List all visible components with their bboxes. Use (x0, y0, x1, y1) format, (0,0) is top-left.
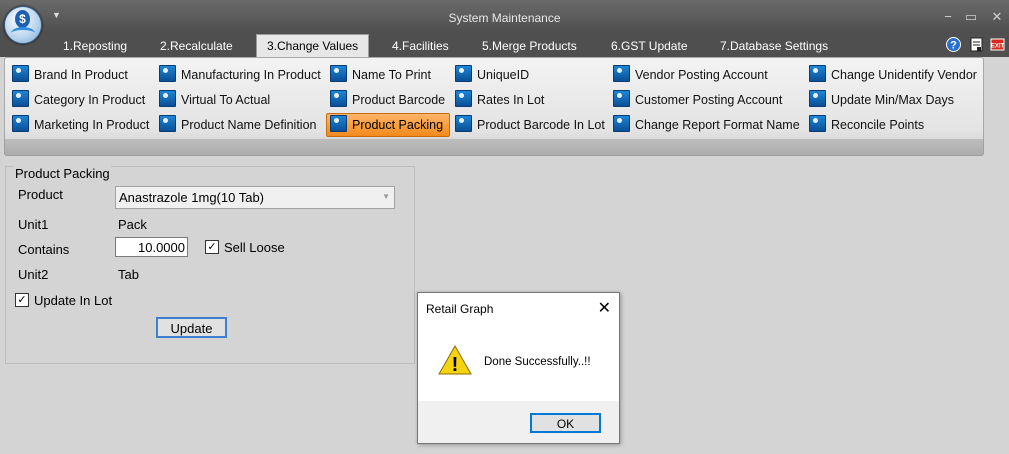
tool-icon (809, 90, 826, 107)
ribbon-product-name-definition[interactable]: Product Name Definition (159, 114, 322, 136)
logo-dollar-text: $ (15, 10, 30, 28)
tab-reposting[interactable]: 1.Reposting (53, 36, 137, 57)
tool-icon (12, 90, 29, 107)
ribbon-tab-bar: 1.Reposting 2.Recalculate 3.Change Value… (0, 33, 1009, 58)
warning-glyph: ! (452, 354, 459, 375)
ribbon-update-min-max-days[interactable]: Update Min/Max Days (809, 89, 960, 111)
tool-icon (330, 65, 347, 82)
update-in-lot-label[interactable]: Update In Lot (34, 293, 112, 308)
exit-icon[interactable]: EXIT (990, 37, 1005, 52)
svg-text:EXIT: EXIT (991, 44, 1005, 50)
ribbon-product-barcode[interactable]: Product Barcode (330, 89, 451, 111)
tool-icon (159, 90, 176, 107)
window-title: System Maintenance (448, 11, 561, 25)
contains-label: Contains (18, 242, 70, 257)
ok-button[interactable]: OK (530, 413, 601, 433)
update-in-lot-checkbox[interactable]: ✓ (15, 293, 29, 307)
dialog-close-button[interactable]: ✕ (598, 298, 611, 318)
unit1-label: Unit1 (18, 217, 49, 232)
quick-access-dropdown-icon[interactable]: ▼ (52, 10, 61, 20)
ribbon-product-packing[interactable]: Product Packing (326, 113, 451, 137)
tool-icon (809, 65, 826, 82)
product-label: Product (18, 187, 63, 202)
sell-loose-label[interactable]: Sell Loose (224, 240, 285, 255)
dialog-title: Retail Graph (426, 302, 494, 316)
tool-icon (12, 65, 29, 82)
svg-text:?: ? (950, 40, 957, 52)
sell-loose-checkbox[interactable]: ✓ (205, 240, 219, 254)
tab-gst-update[interactable]: 6.GST Update (601, 36, 698, 57)
product-combobox[interactable]: Anastrazole 1mg(10 Tab) ▼ (115, 186, 395, 209)
app-logo-icon[interactable]: $ (4, 6, 42, 44)
dialog-footer: OK (418, 401, 619, 443)
tool-icon (613, 115, 630, 132)
tool-icon (12, 115, 29, 132)
ribbon-vendor-posting-account[interactable]: Vendor Posting Account (613, 64, 774, 86)
tool-icon (613, 90, 630, 107)
ribbon-product-barcode-in-lot[interactable]: Product Barcode In Lot (455, 114, 611, 136)
warning-icon: ! (438, 345, 472, 375)
tool-icon (159, 115, 176, 132)
ribbon-name-to-print[interactable]: Name To Print (330, 64, 437, 86)
group-title: Product Packing (14, 166, 111, 181)
ribbon-manufacturing-in-product[interactable]: Manufacturing In Product (159, 64, 327, 86)
tool-icon (330, 115, 347, 132)
tab-recalculate[interactable]: 2.Recalculate (150, 36, 243, 57)
message-dialog: Retail Graph ✕ ! Done Successfully..!! O… (417, 292, 620, 444)
contains-input[interactable]: 10.0000 (115, 237, 188, 257)
ribbon-customer-posting-account[interactable]: Customer Posting Account (613, 89, 788, 111)
product-value: Anastrazole 1mg(10 Tab) (119, 190, 265, 205)
ribbon-rates-in-lot[interactable]: Rates In Lot (455, 89, 550, 111)
ribbon-uniqueid[interactable]: UniqueID (455, 64, 535, 86)
ribbon-virtual-to-actual[interactable]: Virtual To Actual (159, 89, 276, 111)
tool-icon (455, 90, 472, 107)
ribbon-change-unidentify-vendor[interactable]: Change Unidentify Vendor (809, 64, 983, 86)
minimize-button[interactable]: − (940, 9, 956, 24)
close-button[interactable]: ✕ (989, 9, 1005, 25)
tab-facilities[interactable]: 4.Facilities (382, 36, 459, 57)
unit1-value: Pack (118, 217, 147, 232)
ribbon-change-report-format-name[interactable]: Change Report Format Name (613, 114, 806, 136)
ribbon-reconcile-points[interactable]: Reconcile Points (809, 114, 930, 136)
tool-icon (809, 115, 826, 132)
chevron-down-icon[interactable]: ▼ (382, 192, 390, 201)
tool-icon (455, 65, 472, 82)
tab-change-values[interactable]: 3.Change Values (256, 34, 370, 58)
title-bar: System Maintenance ▼ − ▭ ✕ (0, 0, 1009, 33)
ribbon-brand-in-product[interactable]: Brand In Product (12, 64, 134, 86)
update-button[interactable]: Update (156, 317, 227, 338)
notes-icon[interactable] (969, 37, 984, 52)
ribbon-marketing-in-product[interactable]: Marketing In Product (12, 114, 155, 136)
unit2-value: Tab (118, 267, 139, 282)
unit2-label: Unit2 (18, 267, 49, 282)
tool-icon (455, 115, 472, 132)
ribbon-footer (4, 139, 984, 156)
maximize-button[interactable]: ▭ (963, 9, 979, 25)
tab-merge-products[interactable]: 5.Merge Products (472, 36, 587, 57)
help-icon[interactable]: ? (946, 37, 961, 52)
tool-icon (613, 65, 630, 82)
tab-database-settings[interactable]: 7.Database Settings (710, 36, 838, 57)
tool-icon (330, 90, 347, 107)
dialog-message: Done Successfully..!! (484, 356, 591, 368)
tool-icon (159, 65, 176, 82)
ribbon-category-in-product[interactable]: Category In Product (12, 89, 151, 111)
